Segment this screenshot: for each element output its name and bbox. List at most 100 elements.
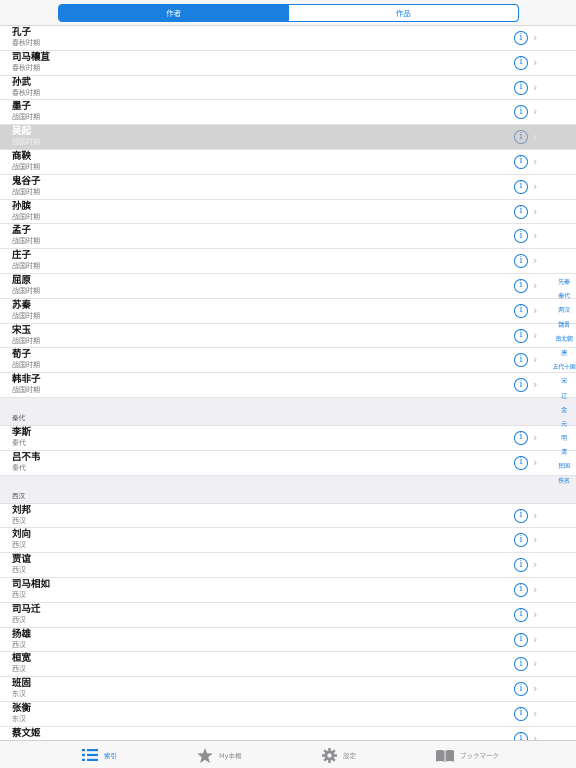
tab-my-bookshelf[interactable]: My本棚 xyxy=(197,747,241,763)
author-row[interactable]: 荀子 战国时期 i › xyxy=(0,348,576,374)
author-name: 孙膑 xyxy=(12,200,32,212)
author-name: 李斯 xyxy=(12,426,32,438)
info-icon[interactable]: i xyxy=(514,55,528,70)
info-icon[interactable]: i xyxy=(514,632,528,647)
book-icon xyxy=(436,749,454,762)
info-icon[interactable]: i xyxy=(514,278,528,293)
segment-works[interactable]: 作品 xyxy=(289,5,519,21)
info-icon[interactable]: i xyxy=(514,731,528,740)
author-row[interactable]: 班固 东汉 i › xyxy=(0,677,576,702)
info-icon[interactable]: i xyxy=(514,607,528,622)
index-item[interactable]: 佚名 xyxy=(552,475,576,489)
info-icon[interactable]: i xyxy=(514,430,528,445)
author-row[interactable]: 韩非子 战国时期 i › xyxy=(0,373,576,398)
info-icon[interactable]: i xyxy=(514,706,528,721)
tab-bookmarks[interactable]: ブックマーク xyxy=(436,747,499,763)
chevron-right-icon: › xyxy=(533,430,538,444)
author-row[interactable]: 桓宽 西汉 i › xyxy=(0,652,576,678)
author-row[interactable]: 吕不韦 秦代 i › xyxy=(0,451,576,476)
author-name: 宋玉 xyxy=(12,324,32,336)
info-icon[interactable]: i xyxy=(514,533,528,548)
index-item[interactable]: 先秦 xyxy=(552,276,576,290)
info-icon[interactable]: i xyxy=(514,229,528,244)
section-index-bar[interactable]: 先秦 秦代 两汉 魏晋 南北朝唐五代十国宋辽金元明清民国 佚名 xyxy=(552,276,576,489)
author-row[interactable]: 刘邦 西汉 i › xyxy=(0,504,576,529)
index-item[interactable]: 民国 xyxy=(552,460,576,474)
author-row[interactable]: 孔子 春秋时期 i › xyxy=(0,26,576,51)
author-row[interactable]: 蔡文姬东汉i› xyxy=(0,727,576,740)
author-row[interactable]: 李斯 秦代 i › xyxy=(0,426,576,451)
chevron-right-icon: › xyxy=(533,154,538,168)
author-row[interactable]: 司马迁 西汉 i › xyxy=(0,603,576,628)
info-icon[interactable]: i xyxy=(514,179,528,194)
info-icon[interactable]: i xyxy=(514,328,528,343)
info-icon[interactable]: i xyxy=(514,154,528,169)
info-icon[interactable]: i xyxy=(514,455,528,470)
section-header: 秦代 xyxy=(0,397,576,426)
info-icon[interactable]: i xyxy=(514,105,528,120)
chevron-right-icon: › xyxy=(533,508,538,522)
chevron-right-icon: › xyxy=(533,130,538,144)
info-icon[interactable]: i xyxy=(514,682,528,697)
index-item[interactable]: 宋 xyxy=(552,375,576,389)
chevron-right-icon: › xyxy=(533,378,538,392)
info-icon[interactable]: i xyxy=(514,657,528,672)
author-row[interactable]: 刘向 西汉 i › xyxy=(0,528,576,554)
index-item[interactable]: 南北朝 xyxy=(552,333,576,347)
author-row[interactable]: 孙武 春秋时期 i › xyxy=(0,76,576,101)
author-name: 吴起 xyxy=(12,126,32,138)
chevron-right-icon: › xyxy=(533,303,538,317)
index-item[interactable]: 元 xyxy=(552,418,576,432)
index-item[interactable]: 金 xyxy=(552,404,576,418)
index-item[interactable]: 清 xyxy=(552,446,576,460)
author-work-segmented-control[interactable]: 作者 作品 xyxy=(58,4,519,22)
author-era: 西汉 xyxy=(12,516,26,525)
info-icon[interactable]: i xyxy=(514,80,528,95)
chevron-right-icon: › xyxy=(533,229,538,243)
index-item[interactable]: 明 xyxy=(552,432,576,446)
author-name: 刘向 xyxy=(12,529,32,541)
author-row[interactable]: 司马相如 西汉 i › xyxy=(0,578,576,603)
info-icon[interactable]: i xyxy=(514,303,528,318)
tab-index[interactable]: 索引 xyxy=(82,747,117,763)
author-row[interactable]: 鬼谷子 战国时期 i › xyxy=(0,175,576,200)
info-icon[interactable]: i xyxy=(514,508,528,523)
info-icon[interactable]: i xyxy=(514,353,528,368)
author-row[interactable]: 屈原 战国时期 i › xyxy=(0,274,576,299)
segment-authors[interactable]: 作者 xyxy=(59,5,289,21)
index-item[interactable]: 两汉 xyxy=(552,304,576,318)
author-row[interactable]: 苏秦 战国时期 i › xyxy=(0,299,576,324)
author-list[interactable]: 孔子 春秋时期 i › 司马穰苴 春秋时期 i › 孙武 春秋时期 i › 墨子 战国时期 i › 吴起战国时期… xyxy=(0,26,576,740)
info-icon[interactable]: i xyxy=(514,558,528,573)
info-icon[interactable]: i xyxy=(514,378,528,393)
author-name: 苏秦 xyxy=(12,299,32,311)
author-row[interactable]: 墨子 战国时期 i › xyxy=(0,100,576,126)
chevron-right-icon: › xyxy=(533,204,538,218)
author-row[interactable]: 宋玉 战国时期 i › xyxy=(0,324,576,349)
author-row[interactable]: 扬雄 西汉 i › xyxy=(0,628,576,653)
author-era: 东汉 xyxy=(12,714,26,723)
info-icon[interactable]: i xyxy=(514,130,528,145)
index-item[interactable]: 魏晋 xyxy=(552,319,576,333)
author-row[interactable]: 孙膑 战国时期 i › xyxy=(0,200,576,225)
index-item[interactable]: 五代十国 xyxy=(552,361,576,375)
author-row[interactable]: 孟子 战国时期 i › xyxy=(0,224,576,250)
author-era: 战国时期 xyxy=(12,311,40,320)
info-icon[interactable]: i xyxy=(514,254,528,269)
author-row[interactable]: 庄子 战国时期 i › xyxy=(0,249,576,274)
author-row[interactable]: 贾谊 西汉 i › xyxy=(0,553,576,578)
author-row[interactable]: 吴起 战国时期 i › xyxy=(0,125,576,150)
index-item[interactable]: 辽 xyxy=(552,390,576,404)
info-icon[interactable]: i xyxy=(514,31,528,45)
info-icon[interactable]: i xyxy=(514,204,528,219)
author-name: 孙武 xyxy=(12,76,32,88)
author-row[interactable]: 司马穰苴 春秋时期 i › xyxy=(0,51,576,76)
author-row[interactable]: 商鞅 战国时期 i › xyxy=(0,150,576,175)
chevron-right-icon: › xyxy=(533,254,538,268)
author-row[interactable]: 张衡 东汉 i › xyxy=(0,702,576,727)
index-item[interactable]: 秦代 xyxy=(552,290,576,304)
index-item[interactable]: 唐 xyxy=(552,347,576,361)
author-era: 战国时期 xyxy=(12,336,40,345)
tab-settings[interactable]: 設定 xyxy=(322,747,356,763)
info-icon[interactable]: i xyxy=(514,582,528,597)
